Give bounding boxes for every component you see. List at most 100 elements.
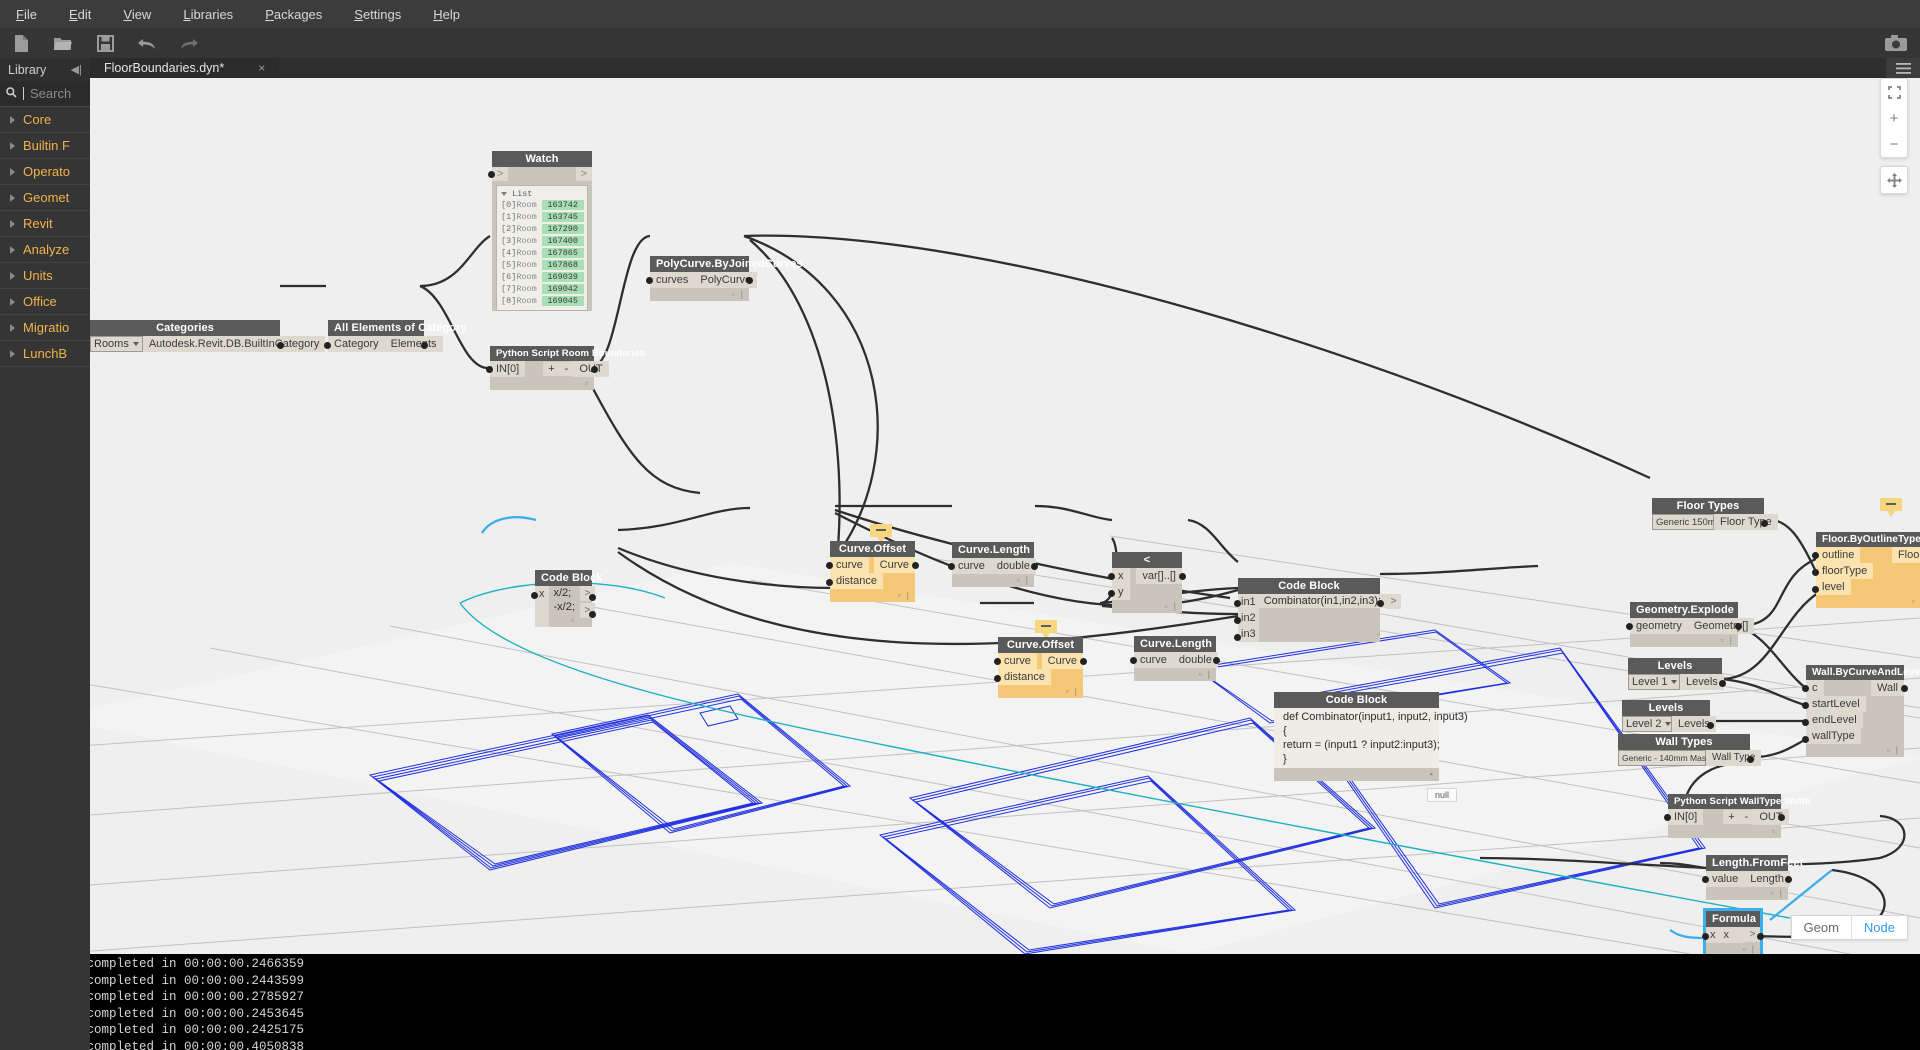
input-port-geometry[interactable]: geometry xyxy=(1630,618,1688,634)
lacing-icon[interactable]: | xyxy=(1174,601,1176,611)
input-port-curves[interactable]: curves xyxy=(650,272,695,288)
sidebar-item-lunchb[interactable]: LunchB xyxy=(0,341,90,367)
tab-floorboundaries[interactable]: FloorBoundaries.dyn* × xyxy=(90,58,280,78)
wall-types-dropdown[interactable]: Generic - 140mm Masonry xyxy=(1618,750,1733,766)
console-output[interactable]: Evaluation completed in 00:00:00.2466359… xyxy=(0,954,1920,1050)
zoom-in-button[interactable]: + xyxy=(1881,105,1907,131)
lacing-icon[interactable]: | xyxy=(741,289,743,299)
collapse-panel-icon[interactable]: ◀| xyxy=(71,63,82,76)
input-port-value[interactable]: value xyxy=(1706,871,1745,887)
node-curve-offset-1[interactable]: Curve.Offset curve Curve distance ▫ | xyxy=(826,541,919,602)
output-port-var[interactable]: var[]..[] xyxy=(1136,568,1182,584)
save-icon[interactable] xyxy=(84,28,126,58)
levels-2-dropdown[interactable]: Level 2 xyxy=(1622,716,1672,732)
code-line-0[interactable]: x/2; xyxy=(549,586,580,600)
preview-toggle-icon[interactable]: ▫ xyxy=(571,615,574,625)
node-code-block-combinator-call[interactable]: Code Block in1 in2 in3 Combinator(in1,in… xyxy=(1234,578,1402,642)
preview-toggle-icon[interactable]: ▫ xyxy=(731,289,734,299)
sidebar-item-units[interactable]: Units xyxy=(0,263,90,289)
preview-toggle-icon[interactable]: ▫ xyxy=(1377,629,1380,639)
zoom-out-button[interactable]: − xyxy=(1881,131,1907,157)
menu-libraries[interactable]: Libraries xyxy=(167,3,249,26)
levels-1-dropdown[interactable]: Level 1 xyxy=(1628,674,1680,690)
output-port-length[interactable]: Length xyxy=(1744,871,1790,887)
lacing-icon[interactable]: | xyxy=(907,590,909,600)
node-categories[interactable]: Categories Rooms Autodesk.Revit.DB.Built… xyxy=(90,320,326,352)
code-expression[interactable]: Combinator(in1,in2,in3); xyxy=(1258,594,1387,608)
preview-toggle-icon[interactable]: ▫ xyxy=(1198,669,1201,679)
lacing-icon[interactable]: | xyxy=(1075,686,1077,696)
output-port-wall[interactable]: Wall xyxy=(1871,680,1904,696)
floor-types-dropdown[interactable]: Generic 150mm xyxy=(1652,514,1734,530)
preview-toggle-icon[interactable]: ▫ xyxy=(1886,745,1889,755)
input-port-in0[interactable]: IN[0] xyxy=(1668,809,1704,825)
input-port-startlevel[interactable]: startLevel xyxy=(1806,696,1866,712)
output-port-geometry-array[interactable]: Geometry[] xyxy=(1687,618,1755,634)
menu-view[interactable]: View xyxy=(107,3,167,26)
formula-expression[interactable]: x xyxy=(1719,927,1745,943)
node-levels-2[interactable]: Levels Level 2 Levels xyxy=(1622,700,1716,732)
node-python-script-room-boundaries[interactable]: Python Script Room Boundaries IN[0] + - … xyxy=(486,346,645,390)
lacing-icon[interactable]: | xyxy=(1026,575,1028,585)
new-file-icon[interactable] xyxy=(0,28,42,58)
output-port-floor[interactable]: Floor xyxy=(1891,547,1920,563)
menu-icon[interactable] xyxy=(1886,62,1920,74)
geom-view-button[interactable]: Geom xyxy=(1792,916,1852,939)
node-length-fromfeet[interactable]: Length.FromFeet value Length ▫ | xyxy=(1702,855,1803,900)
input-port-curve[interactable]: curve xyxy=(830,557,869,573)
node-polycurve-byjoinedcurves[interactable]: PolyCurve.ByJoinedCurves curves PolyCurv… xyxy=(646,256,803,301)
redo-icon[interactable] xyxy=(168,28,210,58)
output-port-floor-type[interactable]: Floor Type xyxy=(1714,514,1778,530)
input-port-walltype[interactable]: wallType xyxy=(1806,728,1861,744)
code-definition-body[interactable]: def Combinator(input1, input2, input3) {r… xyxy=(1274,708,1468,768)
node-floor-types[interactable]: Floor Types Generic 150mm Floor Type xyxy=(1652,498,1778,530)
node-code-block-halfwidth[interactable]: Code Block x x/2; -x/2; ▫ > > xyxy=(531,570,602,627)
undo-icon[interactable] xyxy=(126,28,168,58)
input-port-in3[interactable]: in3 xyxy=(1238,626,1259,642)
expander-icon[interactable] xyxy=(501,192,507,196)
camera-icon[interactable] xyxy=(1872,28,1920,58)
preview-toggle-icon[interactable]: ▫ xyxy=(585,378,588,388)
menu-edit[interactable]: Edit xyxy=(53,3,107,26)
menu-help[interactable]: Help xyxy=(417,3,476,26)
input-port-in2[interactable]: in2 xyxy=(1238,610,1259,626)
categories-dropdown[interactable]: Rooms xyxy=(90,336,143,352)
input-port-category[interactable]: Category xyxy=(328,336,385,352)
node-view-button[interactable]: Node xyxy=(1852,916,1907,939)
node-watch[interactable]: Watch > > List [0] Room 163742 [1] Room 16374… xyxy=(488,151,592,315)
preview-toggle-icon[interactable]: ▫ xyxy=(1065,686,1068,696)
node-less-than[interactable]: < x var[]..[] y ▫ | xyxy=(1108,552,1186,613)
menu-settings[interactable]: Settings xyxy=(338,3,417,26)
output-port-double[interactable]: double xyxy=(990,558,1036,574)
input-port-outline[interactable]: outline xyxy=(1816,547,1861,563)
input-port-endlevel[interactable]: endLevel xyxy=(1806,712,1863,728)
node-wall-bycurveandlevels[interactable]: Wall.ByCurveAndLevels c Wall startLevel … xyxy=(1802,665,1920,757)
fit-to-screen-icon[interactable] xyxy=(1881,79,1907,105)
input-port-curve[interactable]: curve xyxy=(998,653,1037,669)
lacing-icon[interactable]: | xyxy=(1730,635,1732,645)
node-curve-length-2[interactable]: Curve.Length curve double ▫ | xyxy=(1130,636,1220,681)
menu-packages[interactable]: Packages xyxy=(249,3,338,26)
close-icon[interactable]: × xyxy=(258,61,265,75)
preview-toggle-icon[interactable]: ▫ xyxy=(1911,596,1914,606)
sidebar-item-revit[interactable]: Revit xyxy=(0,211,90,237)
node-wall-types[interactable]: Wall Types Generic - 140mm Masonry Wall … xyxy=(1618,734,1762,766)
preview-toggle-icon[interactable]: ▫ xyxy=(1770,888,1773,898)
input-port-floortype[interactable]: floorType xyxy=(1816,563,1874,579)
node-formula[interactable]: Formula x x > ▫ | xyxy=(1702,908,1764,954)
lacing-icon[interactable]: | xyxy=(1896,745,1898,755)
watch-output-port[interactable]: > xyxy=(575,167,592,181)
lacing-icon[interactable]: | xyxy=(1780,888,1782,898)
node-floor-byoutlinetypeandlevel[interactable]: Floor.ByOutlineTypeAndLevel outline Floo… xyxy=(1812,532,1920,608)
remove-input-button[interactable]: - xyxy=(559,362,574,376)
input-port-curve[interactable]: curve xyxy=(952,558,991,574)
remove-input-button[interactable]: - xyxy=(1739,810,1754,824)
code-line-1[interactable]: -x/2; xyxy=(549,600,580,614)
node-curve-length-1[interactable]: Curve.Length curve double ▫ | xyxy=(948,542,1038,587)
preview-toggle-icon[interactable]: ▫ xyxy=(897,590,900,600)
sidebar-item-operato[interactable]: Operato xyxy=(0,159,90,185)
add-input-button[interactable]: + xyxy=(543,362,560,376)
output-port-curve[interactable]: Curve xyxy=(873,557,915,573)
input-port-distance[interactable]: distance xyxy=(830,573,883,589)
sidebar-item-office[interactable]: Office xyxy=(0,289,90,315)
